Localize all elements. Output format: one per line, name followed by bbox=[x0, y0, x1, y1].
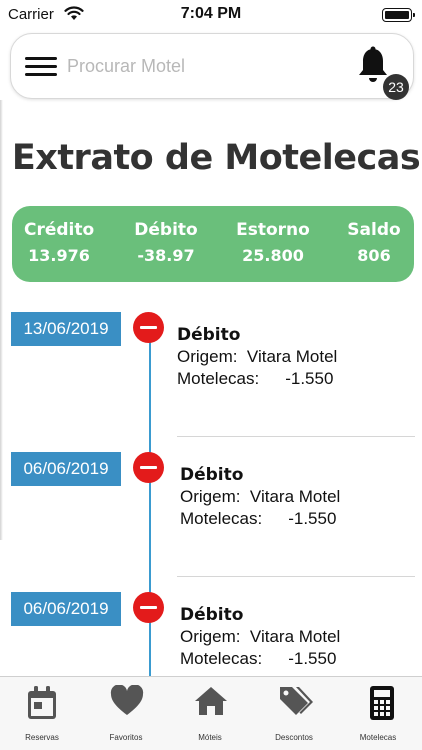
summary-value: -38.97 bbox=[137, 246, 195, 265]
tab-moteis[interactable]: Móteis bbox=[168, 677, 252, 750]
tab-motelecas[interactable]: Motelecas bbox=[336, 677, 420, 750]
date-tag: 13/06/2019 bbox=[11, 312, 121, 346]
page-title: Extrato de Motelecas bbox=[11, 138, 421, 178]
tab-label: Móteis bbox=[198, 733, 222, 742]
bottom-tab-bar: Reservas Favoritos Móteis Descontos Mote… bbox=[0, 676, 422, 750]
amount-label: Motelecas: bbox=[177, 369, 260, 388]
origin-row: Origem: Vitara Motel bbox=[177, 346, 337, 368]
debit-minus-icon bbox=[133, 312, 164, 343]
amount-value: -1.550 bbox=[288, 509, 337, 528]
hamburger-menu-icon[interactable] bbox=[25, 57, 57, 77]
amount-value: -1.550 bbox=[288, 649, 337, 668]
summary-debit: Débito -38.97 bbox=[130, 220, 202, 265]
tab-label: Favoritos bbox=[109, 733, 143, 742]
amount-label: Motelecas: bbox=[180, 649, 263, 668]
transaction-entry[interactable]: 13/06/2019 Débito Origem: Vitara Motel M… bbox=[0, 312, 422, 452]
clock: 7:04 PM bbox=[180, 5, 242, 22]
summary-label: Estorno bbox=[236, 220, 310, 240]
amount-row: Motelecas: -1.550 bbox=[177, 368, 337, 390]
summary-label: Saldo bbox=[347, 220, 401, 240]
origin-label: Origem: bbox=[180, 627, 241, 646]
search-bar: 23 bbox=[10, 33, 414, 100]
amount-row: Motelecas: -1.550 bbox=[180, 508, 340, 530]
balance-summary-card: Crédito 13.976 Débito -38.97 Estorno 25.… bbox=[12, 206, 414, 282]
heart-icon bbox=[110, 685, 144, 715]
debit-minus-icon bbox=[133, 452, 164, 483]
tab-descontos[interactable]: Descontos bbox=[252, 677, 336, 750]
tab-label: Reservas bbox=[25, 733, 59, 742]
summary-credit: Crédito 13.976 bbox=[24, 220, 94, 265]
origin-label: Origem: bbox=[180, 487, 241, 506]
origin-value: Vitara Motel bbox=[249, 487, 341, 506]
status-bar: Carrier 7:04 PM bbox=[0, 0, 422, 30]
date-tag: 06/06/2019 bbox=[11, 592, 121, 626]
notification-badge[interactable]: 23 bbox=[383, 74, 409, 100]
transaction-entry[interactable]: 06/06/2019 Débito Origem: Vitara Motel M… bbox=[0, 452, 422, 592]
calendar-icon bbox=[28, 686, 56, 719]
date-tag: 06/06/2019 bbox=[11, 452, 121, 486]
transaction-details: Débito Origem: Vitara Motel Motelecas: -1… bbox=[180, 604, 340, 670]
transaction-type: Débito bbox=[180, 465, 244, 485]
transaction-type: Débito bbox=[177, 325, 241, 345]
summary-refund: Estorno 25.800 bbox=[232, 220, 314, 265]
entry-divider bbox=[177, 436, 415, 437]
tab-reservas[interactable]: Reservas bbox=[0, 677, 84, 750]
origin-row: Origem: Vitara Motel bbox=[180, 486, 340, 508]
amount-label: Motelecas: bbox=[180, 509, 263, 528]
battery-icon bbox=[382, 8, 415, 22]
tags-icon bbox=[280, 687, 313, 715]
origin-label: Origem: bbox=[177, 347, 238, 366]
tab-label: Descontos bbox=[275, 733, 313, 742]
summary-label: Crédito bbox=[24, 220, 95, 240]
amount-row: Motelecas: -1.550 bbox=[180, 648, 340, 670]
entry-divider bbox=[177, 576, 415, 577]
summary-value: 806 bbox=[357, 246, 391, 265]
transaction-details: Débito Origem: Vitara Motel Motelecas: -1… bbox=[180, 464, 340, 530]
summary-value: 13.976 bbox=[28, 246, 90, 265]
calculator-icon bbox=[370, 686, 394, 720]
transaction-details: Débito Origem: Vitara Motel Motelecas: -1… bbox=[177, 324, 337, 390]
summary-balance: Saldo 806 bbox=[344, 220, 404, 265]
home-icon bbox=[195, 687, 227, 715]
search-input[interactable] bbox=[67, 48, 327, 84]
tab-favoritos[interactable]: Favoritos bbox=[84, 677, 168, 750]
origin-value: Vitara Motel bbox=[246, 347, 338, 366]
amount-value: -1.550 bbox=[285, 369, 334, 388]
summary-label: Débito bbox=[134, 220, 198, 240]
transaction-type: Débito bbox=[180, 605, 244, 625]
summary-value: 25.800 bbox=[242, 246, 304, 265]
tab-label: Motelecas bbox=[359, 733, 397, 742]
origin-value: Vitara Motel bbox=[249, 627, 341, 646]
origin-row: Origem: Vitara Motel bbox=[180, 626, 340, 648]
debit-minus-icon bbox=[133, 592, 164, 623]
